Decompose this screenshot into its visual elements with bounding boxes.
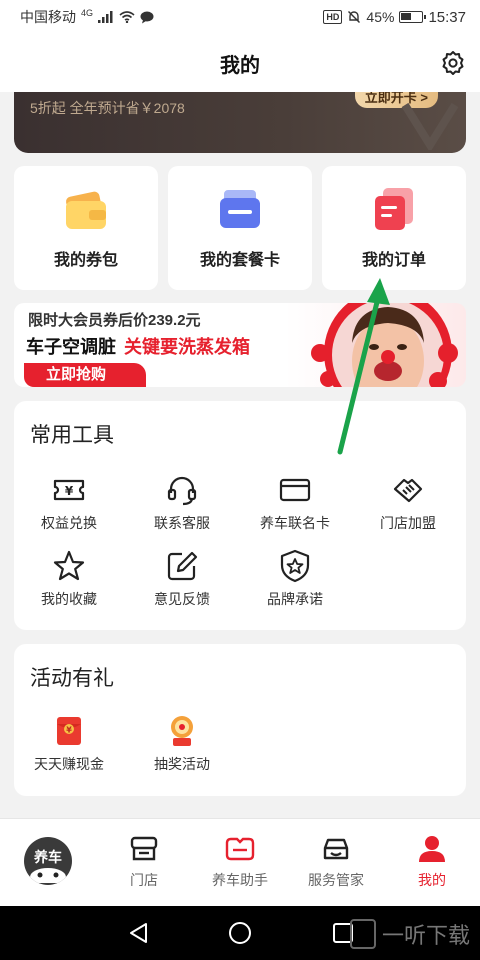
tool-label: 联系客服	[154, 515, 210, 531]
promo-headline-black: 车子空调脏	[26, 337, 116, 357]
battery-percent: 45%	[366, 9, 395, 25]
section-title: 常用工具	[30, 424, 114, 447]
hd-badge: HD	[323, 10, 343, 24]
promo-headline-red: 关键要洗蒸发箱	[124, 337, 250, 357]
watermark-text: 一听下载	[381, 923, 470, 948]
page-title: 我的	[220, 54, 260, 77]
tab-store[interactable]: 门店	[96, 819, 192, 907]
card-package-icon	[220, 190, 260, 228]
activities-section: 活动有礼 ¥ 天天赚现金 抽奖活动	[14, 644, 466, 796]
order-icon	[375, 188, 413, 230]
event-lottery[interactable]: 抽奖活动	[127, 714, 237, 774]
tab-mine[interactable]: 我的	[384, 819, 480, 907]
home-circle-icon[interactable]	[227, 920, 253, 946]
shield-star-icon	[280, 549, 310, 583]
back-triangle-icon[interactable]	[126, 920, 152, 946]
settings-gear-icon[interactable]	[440, 50, 466, 76]
quick-card-label: 我的套餐卡	[199, 252, 280, 269]
edit-icon	[167, 551, 198, 581]
tool-label: 权益兑换	[41, 515, 97, 531]
system-nav-bar: 一听下载	[0, 906, 480, 960]
tab-label: 我的	[418, 872, 446, 888]
message-icon	[140, 11, 154, 23]
network-label: 4G	[81, 8, 94, 18]
tool-label: 品牌承诺	[267, 591, 323, 607]
wifi-icon	[119, 11, 135, 23]
wallet-icon	[66, 191, 106, 229]
bottom-tab-bar: 养车 门店 养车助手 服务管家 我的	[0, 818, 480, 906]
ticket-yen-icon: ¥	[53, 479, 85, 501]
signal-icon	[98, 11, 113, 23]
carrier-label: 中国移动	[20, 9, 76, 25]
store-icon	[130, 836, 158, 861]
event-label: 抽奖活动	[154, 756, 210, 772]
person-icon	[419, 836, 445, 862]
quick-card-label: 我的券包	[53, 252, 118, 269]
watermark: 一听下载	[349, 918, 470, 950]
handshake-icon	[393, 478, 423, 503]
credit-card-icon	[279, 478, 311, 502]
quick-card-coupons[interactable]: 我的券包	[14, 166, 158, 290]
promo-child-image	[311, 303, 458, 387]
lottery-icon	[171, 716, 193, 746]
status-bar: 中国移动 4G HD 45% 15:37	[0, 0, 480, 34]
page-header: 我的	[0, 34, 480, 92]
tab-label: 养车助手	[212, 872, 268, 888]
svg-text:¥: ¥	[65, 484, 74, 498]
tool-feedback[interactable]: 意见反馈	[127, 549, 237, 609]
tool-store-franchise[interactable]: 门店加盟	[353, 473, 463, 533]
tiger-face-icon	[30, 868, 66, 883]
brand-logo[interactable]: 养车	[24, 837, 72, 885]
quick-card-packages[interactable]: 我的套餐卡	[168, 166, 312, 290]
common-tools-section: 常用工具 ¥ 权益兑换 联系客服 养车联名卡 门店加盟 我的收藏 意见反馈 品牌…	[14, 401, 466, 630]
tab-service-butler[interactable]: 服务管家	[288, 819, 384, 907]
tool-label: 意见反馈	[154, 591, 210, 607]
tool-cobrand-card[interactable]: 养车联名卡	[240, 473, 350, 533]
watermark-logo-icon	[349, 919, 376, 949]
car-assistant-icon	[225, 837, 255, 861]
event-daily-cash[interactable]: ¥ 天天赚现金	[14, 714, 124, 774]
promo-banner[interactable]: 限时大会员券后价239.2元 车子空调脏 关键要洗蒸发箱 立即抢购	[14, 303, 466, 387]
battery-icon	[399, 11, 427, 23]
star-icon	[53, 550, 85, 581]
quick-card-label: 我的订单	[361, 252, 426, 269]
tab-label: 门店	[130, 872, 158, 888]
promo-buy-button[interactable]: 立即抢购	[24, 363, 146, 387]
section-title: 活动有礼	[30, 667, 114, 690]
clock: 15:37	[428, 8, 466, 26]
brand-logo-text: 养车	[34, 849, 62, 865]
quick-card-orders[interactable]: 我的订单	[322, 166, 466, 290]
tab-label: 服务管家	[308, 872, 364, 888]
tool-benefit-exchange[interactable]: ¥ 权益兑换	[14, 473, 124, 533]
vip-v-logo-icon	[401, 102, 459, 150]
tool-label: 门店加盟	[380, 515, 436, 531]
tool-label: 我的收藏	[41, 591, 97, 607]
tool-brand-promise[interactable]: 品牌承诺	[240, 549, 350, 609]
car-butler-icon	[323, 838, 349, 860]
event-label: 天天赚现金	[34, 756, 104, 772]
tool-contact-service[interactable]: 联系客服	[127, 473, 237, 533]
headset-icon	[167, 476, 197, 506]
red-envelope-icon: ¥	[57, 717, 81, 745]
promo-price-text: 限时大会员券后价239.2元	[28, 312, 201, 329]
tool-label: 养车联名卡	[260, 515, 330, 531]
tool-my-favorites[interactable]: 我的收藏	[14, 549, 124, 609]
svg-text:¥: ¥	[66, 726, 72, 735]
tab-car-assistant[interactable]: 养车助手	[192, 819, 288, 907]
vip-savings-text: 5折起 全年预计省￥2078	[30, 100, 185, 116]
vip-banner[interactable]: 5折起 全年预计省￥2078 立即开卡 >	[14, 92, 466, 153]
promo-headline: 车子空调脏 关键要洗蒸发箱	[26, 333, 250, 359]
mute-bell-icon	[348, 11, 361, 23]
